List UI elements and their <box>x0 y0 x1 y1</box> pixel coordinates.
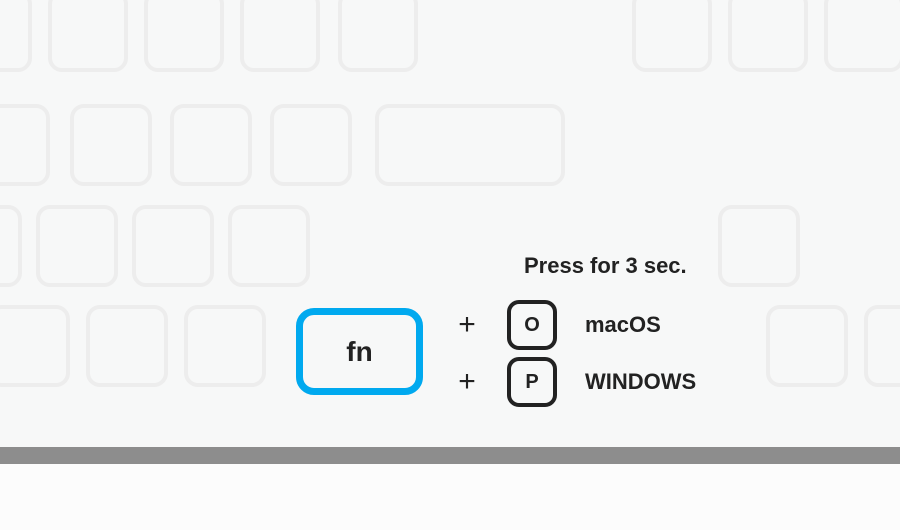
os-label-windows: WINDOWS <box>585 369 696 395</box>
keyboard-background <box>0 0 900 450</box>
combo-row-windows: + P WINDOWS <box>455 357 696 407</box>
fn-key: fn <box>296 308 423 395</box>
os-label-macos: macOS <box>585 312 661 338</box>
key-o: O <box>507 300 557 350</box>
keyboard-deck-surface <box>0 464 900 530</box>
keyboard-os-switch-diagram: Press for 3 sec. fn + O macOS + P WINDOW… <box>0 0 900 530</box>
combo-row-macos: + O macOS <box>455 300 661 350</box>
key-p-label: P <box>525 371 538 394</box>
keyboard-deck-edge <box>0 447 900 464</box>
key-p: P <box>507 357 557 407</box>
instruction-text: Press for 3 sec. <box>524 253 687 279</box>
key-o-label: O <box>524 314 540 337</box>
plus-icon: + <box>455 367 479 397</box>
plus-icon: + <box>455 310 479 340</box>
fn-key-label: fn <box>346 336 372 368</box>
